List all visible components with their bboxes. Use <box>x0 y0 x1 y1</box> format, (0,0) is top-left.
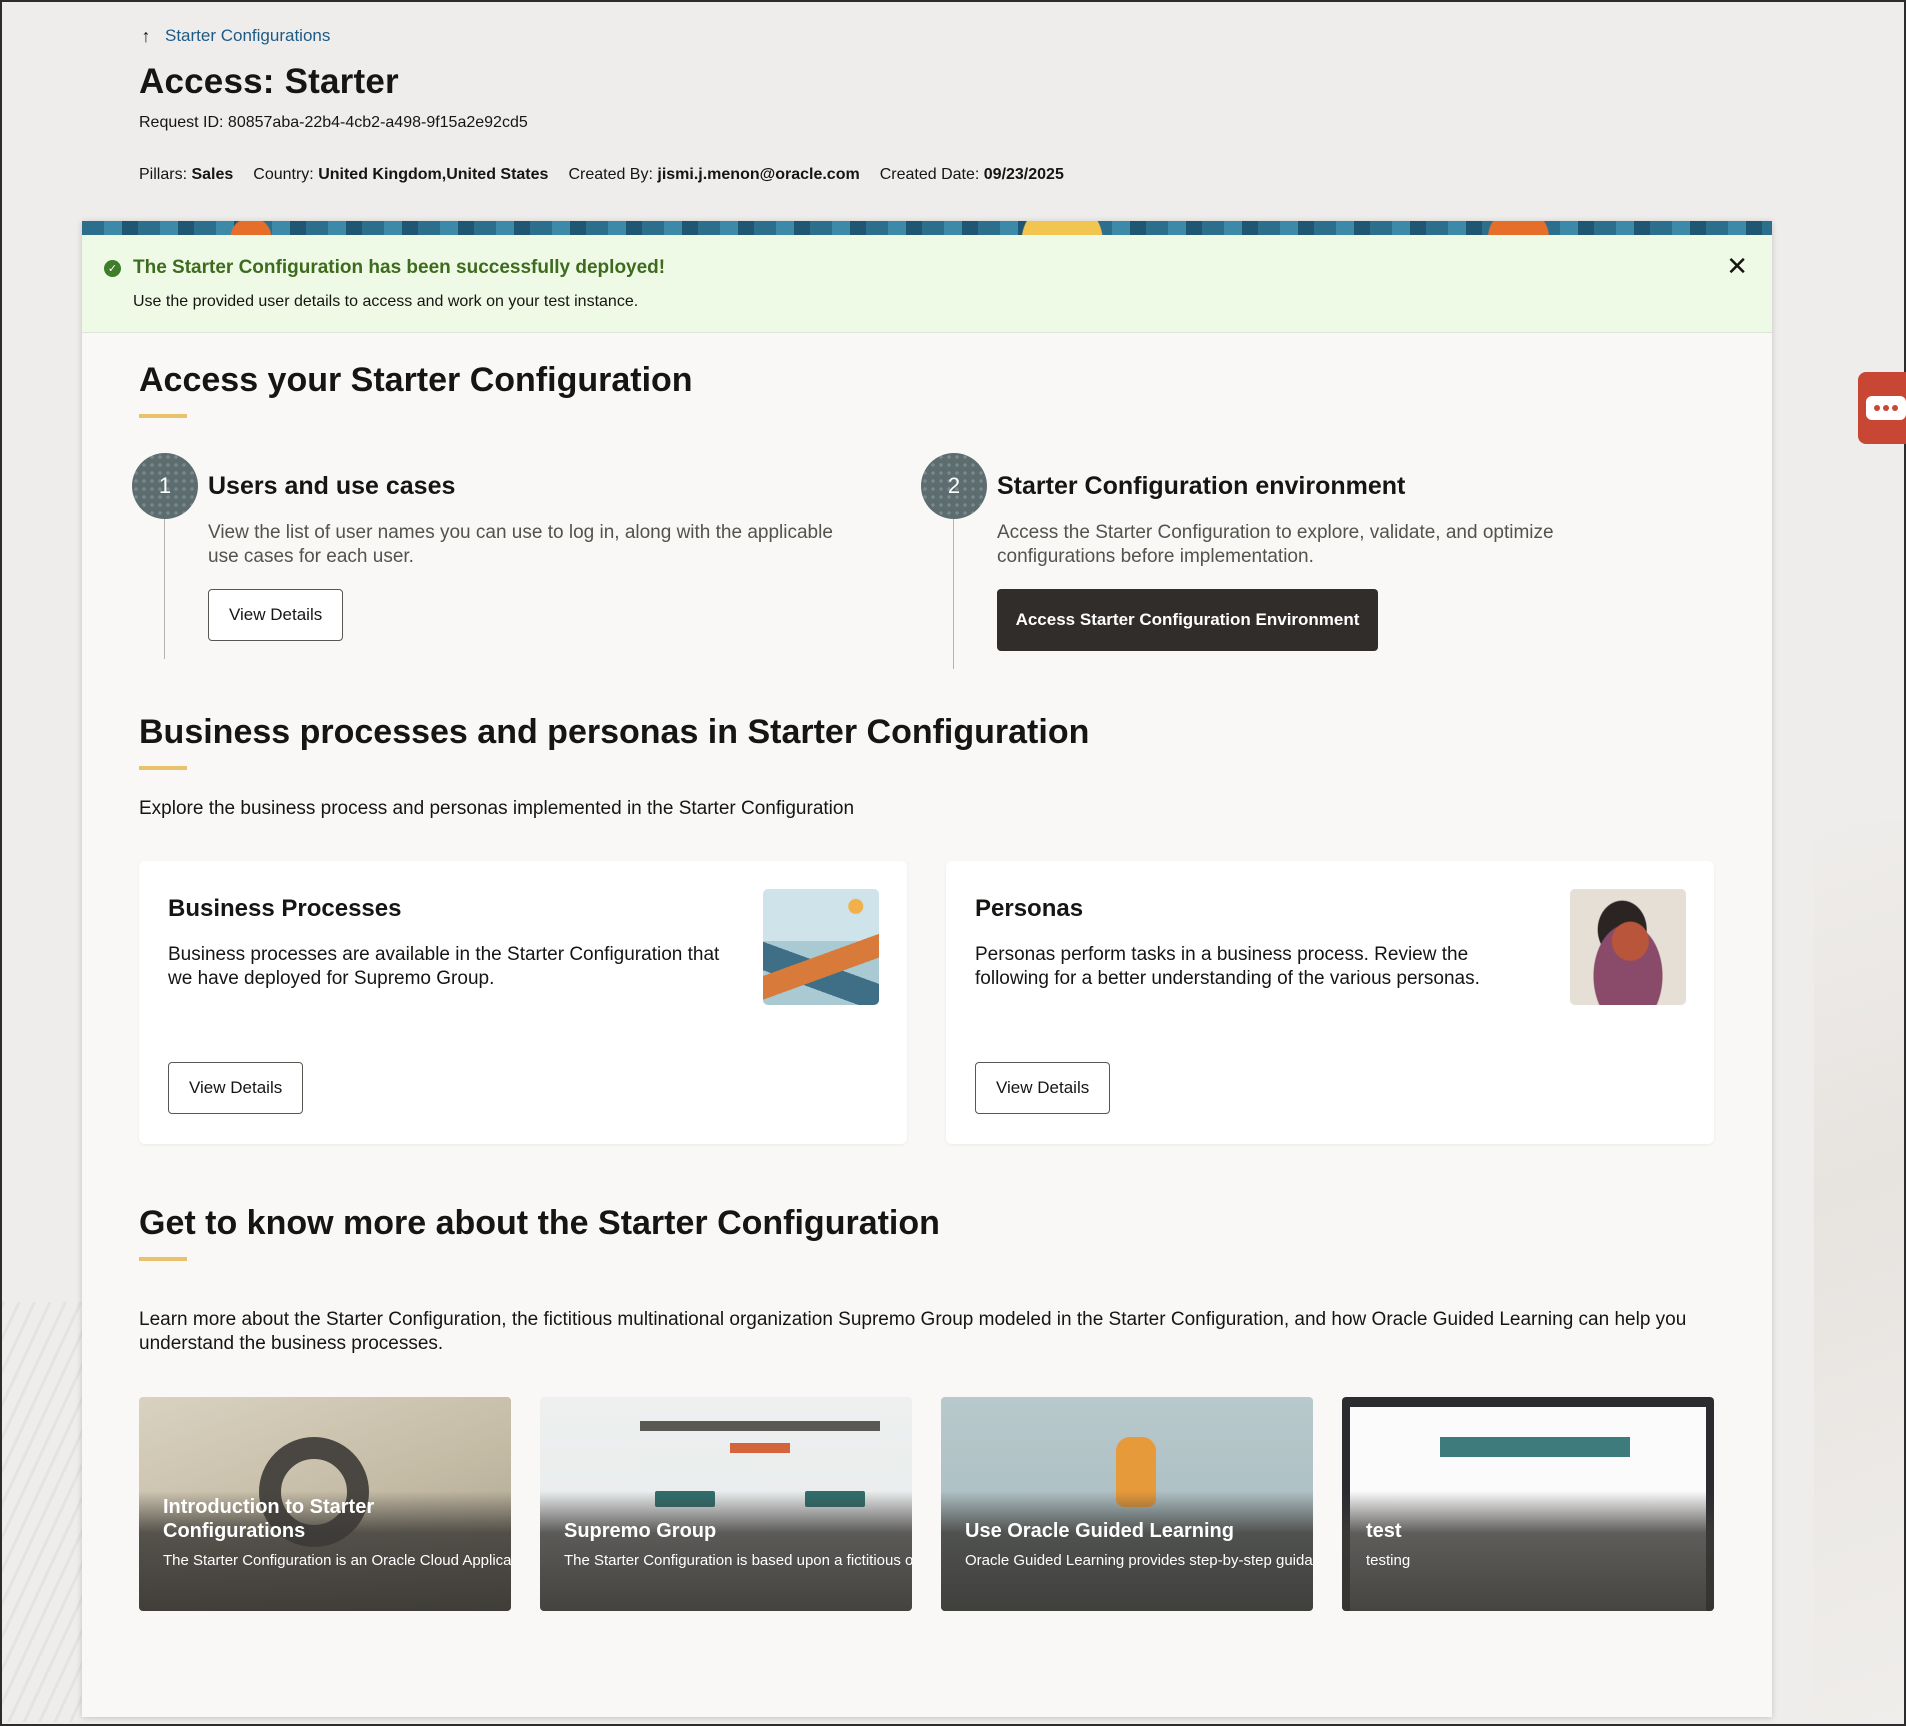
request-id: Request ID: 80857aba-22b4-4cb2-a498-9f15… <box>139 114 528 131</box>
tile-description: The Starter Configuration is based upon … <box>564 1552 912 1569</box>
tile-description: The Starter Configuration is an Oracle C… <box>163 1552 511 1569</box>
main-card: ✓ The Starter Configuration has been suc… <box>82 221 1772 1717</box>
alert-message: Use the provided user details to access … <box>133 293 639 310</box>
business-processes-view-details-button[interactable]: View Details <box>168 1062 304 1114</box>
meta-pillars: Pillars: Sales <box>139 166 234 183</box>
card-title: Business Processes <box>168 895 402 922</box>
learn-section-header: Get to know more about the Starter Confi… <box>139 1204 940 1261</box>
users-view-details-button[interactable]: View Details <box>208 589 344 641</box>
close-icon[interactable]: ✕ <box>1726 253 1748 279</box>
title-underline <box>139 1257 187 1261</box>
background-decoration-left <box>2 1302 82 1722</box>
tile-supremo-group[interactable]: Supremo Group The Starter Configuration … <box>540 1397 912 1611</box>
tile-description: Oracle Guided Learning provides step-by-… <box>965 1552 1313 1569</box>
step-connector <box>953 519 954 669</box>
step-number-2: 2 <box>921 453 987 519</box>
arrow-up-icon: ↑ <box>141 25 151 46</box>
page-header: ↑ Starter Configurations Access: Starter… <box>139 24 1439 184</box>
card-description: Business processes are available in the … <box>168 944 720 989</box>
meta-created-by: Created By: jismi.j.menon@oracle.com <box>568 166 860 183</box>
meta-country: Country: United Kingdom,United States <box>253 166 549 183</box>
access-section-header: Access your Starter Configuration <box>139 361 693 418</box>
business-processes-card: Business Processes Business processes ar… <box>139 861 907 1144</box>
card-description: Personas perform tasks in a business pro… <box>975 944 1480 989</box>
step-description: Access the Starter Configuration to expl… <box>997 522 1554 567</box>
bp-section-header: Business processes and personas in Start… <box>139 713 1089 770</box>
step-number-1: 1 <box>132 453 198 519</box>
section-title-bp: Business processes and personas in Start… <box>139 713 1090 751</box>
chat-icon <box>1866 396 1906 420</box>
meta-row: Pillars: Sales Country: United Kingdom,U… <box>139 166 1439 184</box>
step-users: 1 Users and use cases View the list of u… <box>132 453 892 663</box>
section-title-learn: Get to know more about the Starter Confi… <box>139 1204 940 1242</box>
learn-section-description: Learn more about the Starter Configurati… <box>139 1309 1687 1354</box>
check-circle-icon: ✓ <box>104 259 121 277</box>
step-connector <box>164 519 165 659</box>
learn-tiles: Introduction to Starter Configurations T… <box>139 1397 1714 1611</box>
background-decoration-right <box>1814 822 1904 1722</box>
personas-view-details-button[interactable]: View Details <box>975 1062 1111 1114</box>
alert-title: The Starter Configuration has been succe… <box>133 257 666 278</box>
personas-illustration <box>1570 889 1686 1005</box>
access-environment-button[interactable]: Access Starter Configuration Environment <box>997 589 1378 651</box>
back-link-label[interactable]: Starter Configurations <box>165 26 330 46</box>
tile-test[interactable]: test testing <box>1342 1397 1714 1611</box>
org-chart-illustration <box>640 1421 880 1431</box>
step-description: View the list of user names you can use … <box>208 522 833 567</box>
title-underline <box>139 766 187 770</box>
tile-description: testing <box>1366 1552 1411 1569</box>
decorative-banner <box>82 221 1772 235</box>
back-link[interactable]: ↑ Starter Configurations <box>139 24 1439 48</box>
title-underline <box>139 414 187 418</box>
business-processes-illustration <box>763 889 879 1005</box>
tile-title: test <box>1366 1520 1402 1542</box>
tile-introduction[interactable]: Introduction to Starter Configurations T… <box>139 1397 511 1611</box>
tile-title: Supremo Group <box>564 1520 717 1542</box>
bp-section-description: Explore the business process and persona… <box>139 798 855 819</box>
tile-title: Use Oracle Guided Learning <box>965 1520 1234 1542</box>
step-heading: Users and use cases <box>208 472 456 500</box>
meta-created-date: Created Date: 09/23/2025 <box>879 166 1064 183</box>
page-title: Access: Starter <box>139 62 399 101</box>
section-title-access: Access your Starter Configuration <box>139 361 693 399</box>
tile-title: Introduction to Starter Configurations <box>163 1496 375 1542</box>
personas-card: Personas Personas perform tasks in a bus… <box>946 861 1714 1144</box>
card-title: Personas <box>975 895 1084 922</box>
step-heading: Starter Configuration environment <box>997 472 1406 500</box>
chat-button[interactable] <box>1858 372 1906 444</box>
step-environment: 2 Starter Configuration environment Acce… <box>921 453 1701 673</box>
success-alert: ✓ The Starter Configuration has been suc… <box>82 235 1772 333</box>
tile-guided-learning[interactable]: Use Oracle Guided Learning Oracle Guided… <box>941 1397 1313 1611</box>
